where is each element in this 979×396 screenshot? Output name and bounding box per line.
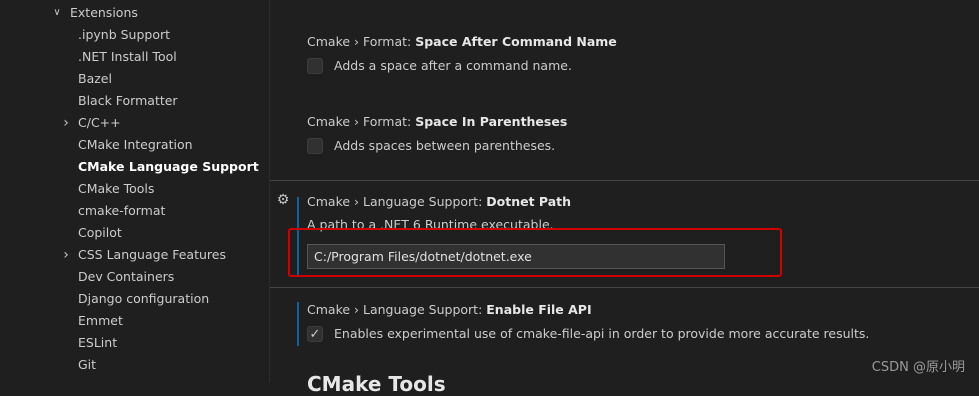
setting-title: Cmake › Format: Space In Parentheses bbox=[307, 114, 567, 129]
tree-item-git[interactable]: Git bbox=[0, 354, 269, 376]
chevron-right-icon: › bbox=[63, 247, 69, 263]
tree-item-extensions[interactable]: ∨ Extensions bbox=[0, 2, 269, 24]
tree-item-c-cpp[interactable]: › C/C++ bbox=[0, 112, 269, 134]
setting-title: Cmake › Language Support: Dotnet Path bbox=[307, 194, 571, 209]
section-heading-cmake-tools: CMake Tools bbox=[307, 372, 446, 396]
tree-item-label: CSS Language Features bbox=[78, 247, 226, 262]
tree-item-css-language-features[interactable]: › CSS Language Features bbox=[0, 244, 269, 266]
chevron-down-icon: ∨ bbox=[53, 7, 61, 18]
tree-item-label: .ipynb Support bbox=[78, 27, 171, 42]
tree-item-eslint[interactable]: ESLint bbox=[0, 332, 269, 354]
tree-item-label: ESLint bbox=[78, 335, 118, 350]
tree-item-copilot[interactable]: Copilot bbox=[0, 222, 269, 244]
space-after-command-name-checkbox[interactable] bbox=[307, 58, 323, 74]
setting-description: Adds a space after a command name. bbox=[334, 58, 572, 73]
tree-item-label: CMake Tools bbox=[78, 181, 155, 196]
setting-category: Cmake › Format: bbox=[307, 114, 416, 129]
tree-item-label: CMake Language Support bbox=[78, 159, 259, 174]
gear-icon[interactable]: ⚙ bbox=[275, 192, 291, 208]
setting-title: Cmake › Language Support: Enable File AP… bbox=[307, 302, 592, 317]
setting-category: Cmake › Format: bbox=[307, 34, 416, 49]
tree-item-label: Git bbox=[78, 357, 97, 372]
tree-item-label: Copilot bbox=[78, 225, 122, 240]
setting-name: Space After Command Name bbox=[415, 34, 617, 49]
tree-item-django-configuration[interactable]: Django configuration bbox=[0, 288, 269, 310]
setting-category: Cmake › Language Support: bbox=[307, 302, 487, 317]
tree-item-dev-containers[interactable]: Dev Containers bbox=[0, 266, 269, 288]
tree-item-label: Black Formatter bbox=[78, 93, 178, 108]
tree-item-label: cmake-format bbox=[78, 203, 166, 218]
setting-category: Cmake › Language Support: bbox=[307, 194, 487, 209]
tree-item-bazel[interactable]: Bazel bbox=[0, 68, 269, 90]
tree-item-cmake-integration[interactable]: CMake Integration bbox=[0, 134, 269, 156]
modified-indicator bbox=[297, 302, 299, 346]
space-in-parentheses-checkbox[interactable] bbox=[307, 138, 323, 154]
tree-item-label: .NET Install Tool bbox=[78, 49, 177, 64]
tree-item-dotnet-install-tool[interactable]: .NET Install Tool bbox=[0, 46, 269, 68]
tree-item-cmake-language-support[interactable]: CMake Language Support bbox=[0, 156, 269, 178]
tree-item-cmake-tools[interactable]: CMake Tools bbox=[0, 178, 269, 200]
setting-name: Dotnet Path bbox=[486, 194, 572, 209]
tree-item-label: Extensions bbox=[70, 5, 138, 20]
setting-description: Adds spaces between parentheses. bbox=[334, 138, 556, 153]
tree-item-label: Django configuration bbox=[78, 291, 210, 306]
tree-item-label: CMake Integration bbox=[78, 137, 193, 152]
tree-item-ipynb-support[interactable]: .ipynb Support bbox=[0, 24, 269, 46]
setting-name: Enable File API bbox=[486, 302, 592, 317]
tree-item-label: Bazel bbox=[78, 71, 112, 86]
settings-tree: ∨ Extensions .ipynb Support .NET Install… bbox=[0, 0, 270, 383]
setting-name: Space In Parentheses bbox=[415, 114, 568, 129]
tree-item-label: Dev Containers bbox=[78, 269, 175, 284]
chevron-right-icon: › bbox=[63, 115, 69, 131]
enable-file-api-checkbox[interactable]: ✓ bbox=[307, 326, 323, 342]
red-highlight-box bbox=[288, 228, 782, 277]
setting-description: Enables experimental use of cmake-file-a… bbox=[334, 326, 870, 341]
settings-editor: Cmake › Format: Space After Command Name… bbox=[270, 0, 979, 396]
tree-item-emmet[interactable]: Emmet bbox=[0, 310, 269, 332]
tree-item-black-formatter[interactable]: Black Formatter bbox=[0, 90, 269, 112]
tree-item-label: Emmet bbox=[78, 313, 123, 328]
setting-title: Cmake › Format: Space After Command Name bbox=[307, 34, 617, 49]
tree-item-label: C/C++ bbox=[78, 115, 121, 130]
tree-item-cmake-format[interactable]: cmake-format bbox=[0, 200, 269, 222]
watermark: CSDN @原小明 bbox=[871, 360, 965, 375]
check-icon: ✓ bbox=[309, 327, 321, 342]
